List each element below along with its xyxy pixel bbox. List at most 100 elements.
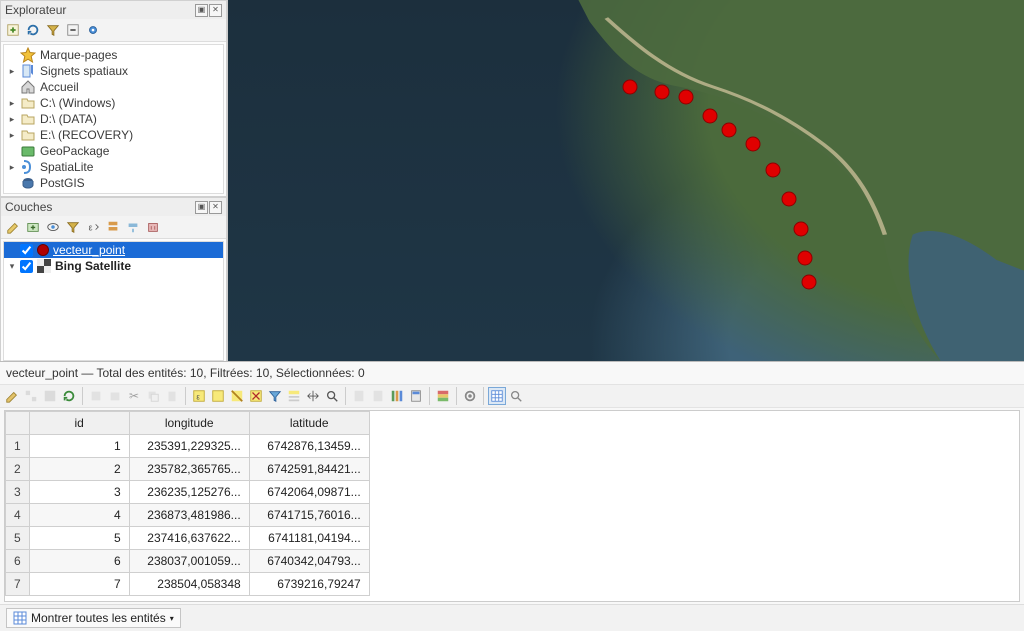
tree-item[interactable]: ▸D:\ (DATA): [4, 111, 223, 127]
table-row[interactable]: 44236873,481986...6741715,76016...: [6, 504, 370, 527]
attribute-table-wrap[interactable]: id longitude latitude 11235391,229325...…: [4, 410, 1020, 602]
row-number[interactable]: 1: [6, 435, 30, 458]
cell-longitude[interactable]: 238037,001059...: [129, 550, 249, 573]
cond-format-icon[interactable]: [435, 388, 451, 404]
cell-id[interactable]: 4: [29, 504, 129, 527]
row-header-blank[interactable]: [6, 412, 30, 435]
add-group-icon[interactable]: [25, 219, 41, 235]
tree-caret[interactable]: ▸: [8, 114, 16, 125]
layers-list[interactable]: vecteur_point▾Bing Satellite: [3, 241, 224, 361]
organize-cols-icon[interactable]: [389, 388, 405, 404]
cell-latitude[interactable]: 6741715,76016...: [249, 504, 369, 527]
multi-edit-icon[interactable]: [23, 388, 39, 404]
table-row[interactable]: 77238504,0583486739216,79247: [6, 573, 370, 596]
filter-layers-icon[interactable]: [65, 219, 81, 235]
tree-item[interactable]: Accueil: [4, 79, 223, 95]
delete-feature-icon[interactable]: [107, 388, 123, 404]
pan-sel-icon[interactable]: [305, 388, 321, 404]
cell-latitude[interactable]: 6739216,79247: [249, 573, 369, 596]
row-number[interactable]: 7: [6, 573, 30, 596]
cell-id[interactable]: 2: [29, 458, 129, 481]
filter-sel-icon[interactable]: [267, 388, 283, 404]
deselect-icon[interactable]: [248, 388, 264, 404]
cell-longitude[interactable]: 238504,058348: [129, 573, 249, 596]
cell-id[interactable]: 3: [29, 481, 129, 504]
map-point[interactable]: [782, 191, 797, 206]
map-point[interactable]: [622, 79, 637, 94]
map-point[interactable]: [766, 162, 781, 177]
actions-icon[interactable]: [462, 388, 478, 404]
table-row[interactable]: 55237416,637622...6741181,04194...: [6, 527, 370, 550]
edit-icon[interactable]: [4, 388, 20, 404]
tree-caret[interactable]: ▸: [8, 66, 16, 77]
column-header-longitude[interactable]: longitude: [129, 412, 249, 435]
map-point[interactable]: [678, 90, 693, 105]
tree-item[interactable]: GeoPackage: [4, 143, 223, 159]
remove-icon[interactable]: [145, 219, 161, 235]
properties-icon[interactable]: [85, 22, 101, 38]
layer-item[interactable]: vecteur_point: [4, 242, 223, 258]
tree-item[interactable]: ▸Signets spatiaux: [4, 63, 223, 79]
cell-longitude[interactable]: 235782,365765...: [129, 458, 249, 481]
row-number[interactable]: 4: [6, 504, 30, 527]
cell-longitude[interactable]: 235391,229325...: [129, 435, 249, 458]
close-icon[interactable]: ✕: [209, 201, 222, 214]
map-point[interactable]: [802, 274, 817, 289]
column-header-latitude[interactable]: latitude: [249, 412, 369, 435]
tree-caret[interactable]: ▸: [8, 162, 16, 173]
del-field-icon[interactable]: [370, 388, 386, 404]
row-number[interactable]: 2: [6, 458, 30, 481]
move-sel-top-icon[interactable]: [286, 388, 302, 404]
field-calc-icon[interactable]: [408, 388, 424, 404]
refresh-icon[interactable]: [25, 22, 41, 38]
tree-item[interactable]: ▸SpatiaLite: [4, 159, 223, 175]
cell-id[interactable]: 1: [29, 435, 129, 458]
row-number[interactable]: 3: [6, 481, 30, 504]
map-point[interactable]: [722, 122, 737, 137]
collapse-all-icon[interactable]: [125, 219, 141, 235]
collapse-icon[interactable]: [65, 22, 81, 38]
row-number[interactable]: 6: [6, 550, 30, 573]
add-feature-icon[interactable]: [88, 388, 104, 404]
layer-visibility-checkbox[interactable]: [20, 260, 33, 273]
tree-item[interactable]: ▸C:\ (Windows): [4, 95, 223, 111]
expand-icon[interactable]: [105, 219, 121, 235]
select-expr-icon[interactable]: ε: [191, 388, 207, 404]
style-icon[interactable]: [5, 219, 21, 235]
reload-icon[interactable]: [61, 388, 77, 404]
cell-longitude[interactable]: 237416,637622...: [129, 527, 249, 550]
map-point[interactable]: [798, 251, 813, 266]
select-all-icon[interactable]: [210, 388, 226, 404]
layer-item[interactable]: ▾Bing Satellite: [4, 258, 223, 274]
table-row[interactable]: 33236235,125276...6742064,09871...: [6, 481, 370, 504]
cell-longitude[interactable]: 236235,125276...: [129, 481, 249, 504]
cut-icon[interactable]: ✂: [126, 388, 142, 404]
paste-icon[interactable]: [164, 388, 180, 404]
layer-caret[interactable]: ▾: [8, 261, 16, 272]
cell-id[interactable]: 6: [29, 550, 129, 573]
cell-id[interactable]: 5: [29, 527, 129, 550]
table-row[interactable]: 22235782,365765...6742591,84421...: [6, 458, 370, 481]
cell-id[interactable]: 7: [29, 573, 129, 596]
visibility-icon[interactable]: [45, 219, 61, 235]
cell-latitude[interactable]: 6742876,13459...: [249, 435, 369, 458]
tree-caret[interactable]: ▸: [8, 130, 16, 141]
tree-caret[interactable]: ▸: [8, 98, 16, 109]
row-number[interactable]: 5: [6, 527, 30, 550]
map-canvas[interactable]: [228, 0, 1024, 361]
tree-item[interactable]: Marque-pages: [4, 47, 223, 63]
map-point[interactable]: [746, 137, 761, 152]
add-icon[interactable]: [5, 22, 21, 38]
filter-icon[interactable]: [45, 22, 61, 38]
undock-icon[interactable]: ▣: [195, 201, 208, 214]
tree-item[interactable]: PostGIS: [4, 175, 223, 191]
close-icon[interactable]: ✕: [209, 4, 222, 17]
cell-longitude[interactable]: 236873,481986...: [129, 504, 249, 527]
save-edits-icon[interactable]: [42, 388, 58, 404]
layer-visibility-checkbox[interactable]: [20, 244, 33, 257]
explorer-tree[interactable]: Marque-pages▸Signets spatiauxAccueil▸C:\…: [3, 44, 224, 194]
cell-latitude[interactable]: 6740342,04793...: [249, 550, 369, 573]
map-point[interactable]: [702, 108, 717, 123]
cell-latitude[interactable]: 6742591,84421...: [249, 458, 369, 481]
map-point[interactable]: [654, 85, 669, 100]
